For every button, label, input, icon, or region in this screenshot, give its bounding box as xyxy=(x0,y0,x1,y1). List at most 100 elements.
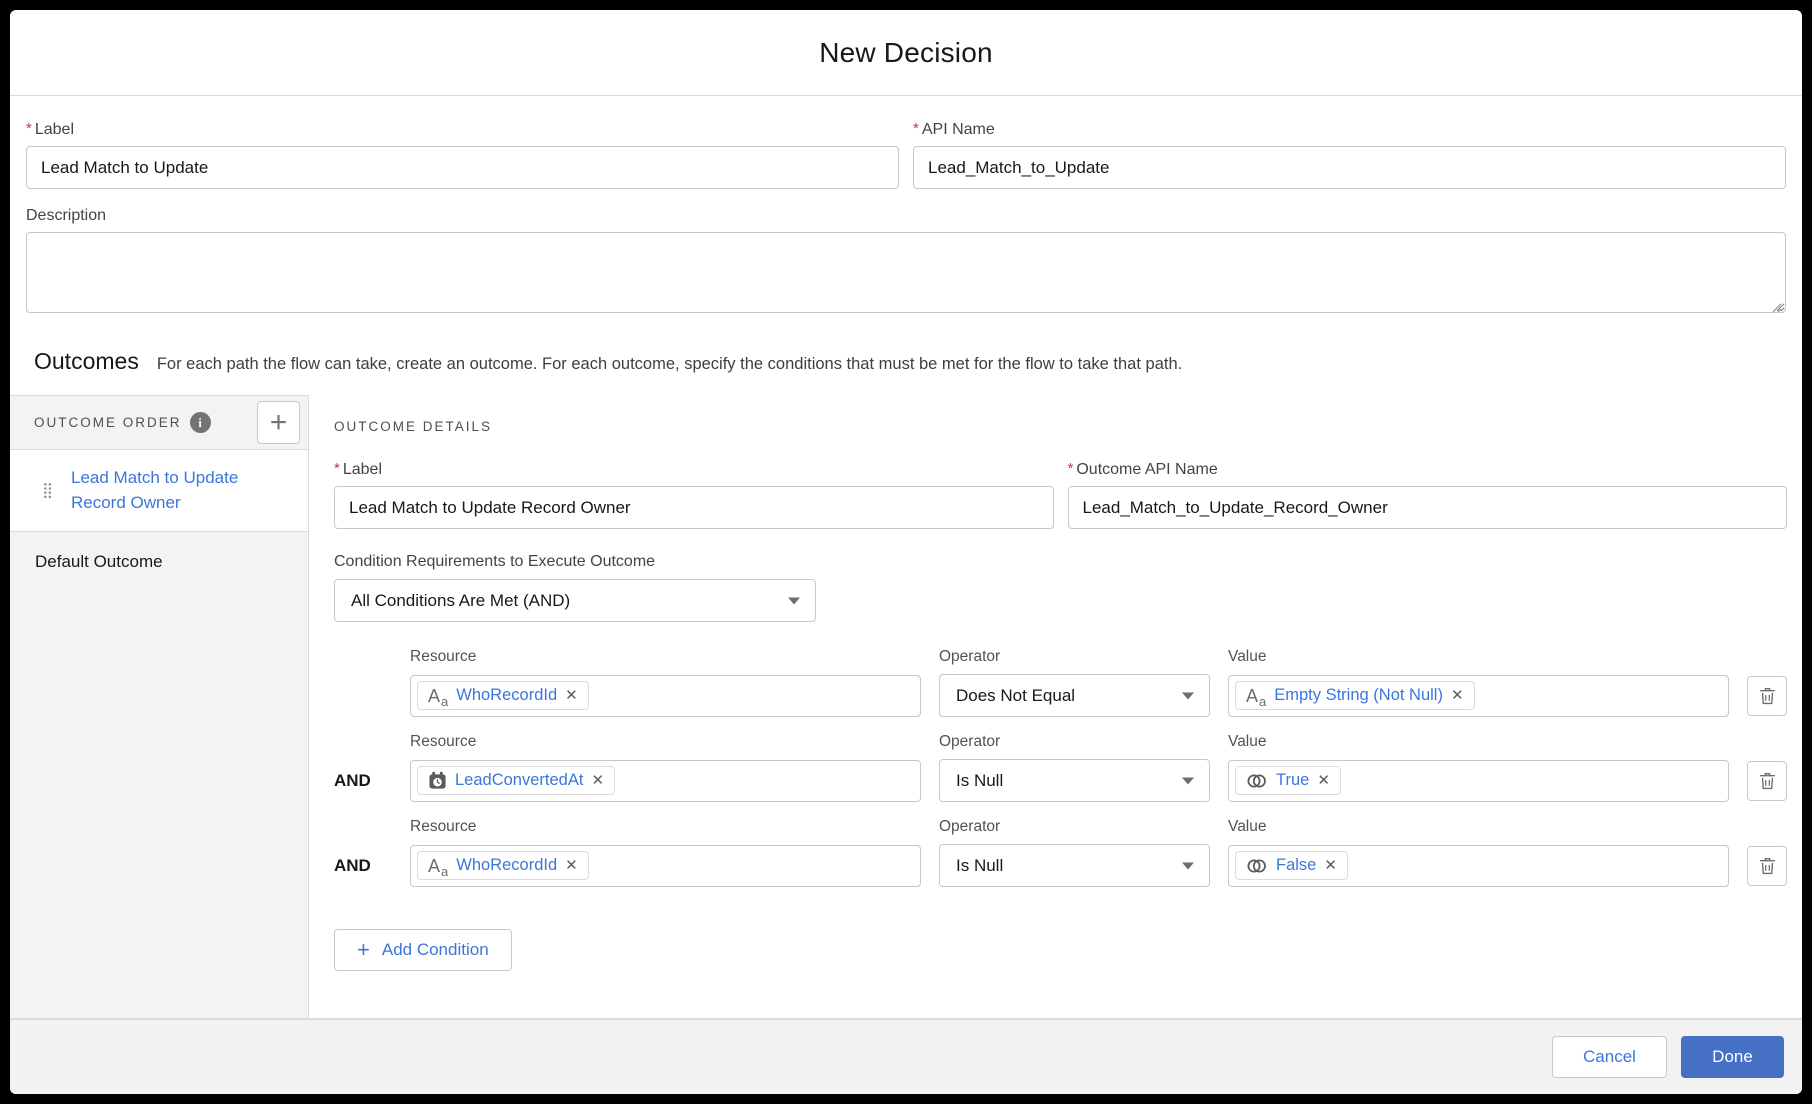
description-field-label: Description xyxy=(26,207,1786,225)
resource-pill: Aa WhoRecordId ✕ xyxy=(417,851,589,880)
description-textarea[interactable] xyxy=(26,232,1786,313)
operator-column-label: Operator xyxy=(939,648,1210,666)
chevron-down-icon xyxy=(1182,692,1194,699)
value-input[interactable]: Aa False ✕ xyxy=(1228,845,1729,887)
resource-input[interactable]: Aa WhoRecordId ✕ xyxy=(410,675,921,717)
value-pill-label[interactable]: True xyxy=(1276,771,1309,790)
value-column-label: Value xyxy=(1228,648,1729,666)
condition-requirements-select[interactable]: All Conditions Are Met (AND) xyxy=(334,579,816,622)
operator-column-label: Operator xyxy=(939,733,1210,751)
resource-input[interactable]: Aa WhoRecordId ✕ xyxy=(410,845,921,887)
value-pill-label[interactable]: False xyxy=(1276,856,1316,875)
cancel-button[interactable]: Cancel xyxy=(1552,1036,1667,1078)
outcome-order-title: OUTCOME ORDER xyxy=(34,415,182,430)
add-outcome-button[interactable]: + xyxy=(257,401,300,444)
resource-column-label: Resource xyxy=(410,818,921,836)
resource-column-label: Resource xyxy=(410,733,921,751)
outcomes-heading: Outcomes xyxy=(34,348,139,375)
api-name-field-label: *API Name xyxy=(913,120,1786,139)
operator-value: Does Not Equal xyxy=(956,686,1075,706)
delete-condition-button[interactable] xyxy=(1747,761,1787,801)
text-type-icon: Aa xyxy=(1246,687,1266,705)
condition-logic-label: AND xyxy=(334,771,392,791)
datetime-type-icon xyxy=(428,771,447,790)
outcome-api-name-field-label: *Outcome API Name xyxy=(1068,460,1788,479)
drag-handle-icon[interactable]: ⣿ xyxy=(42,483,53,498)
text-type-icon: Aa xyxy=(428,857,448,875)
chevron-down-icon xyxy=(788,597,800,604)
remove-pill-icon[interactable]: ✕ xyxy=(591,773,604,788)
operator-column-label: Operator xyxy=(939,818,1210,836)
resource-pill-label[interactable]: LeadConvertedAt xyxy=(455,771,583,790)
info-icon[interactable]: i xyxy=(190,412,211,433)
required-asterisk: * xyxy=(913,120,919,137)
outcome-label-field-label: *Label xyxy=(334,460,1054,479)
boolean-type-icon xyxy=(1246,773,1268,789)
outcome-list-item-selected[interactable]: ⣿ Lead Match to Update Record Owner xyxy=(10,450,308,532)
resource-pill-label[interactable]: WhoRecordId xyxy=(456,686,557,705)
delete-condition-button[interactable] xyxy=(1747,676,1787,716)
resource-pill-label[interactable]: WhoRecordId xyxy=(456,856,557,875)
outcome-order-panel: OUTCOME ORDER i + ⣿ Lead Match to Update… xyxy=(10,395,309,1018)
outcome-details-panel: OUTCOME DETAILS *Label *Outcome API Name… xyxy=(309,395,1802,1018)
remove-pill-icon[interactable]: ✕ xyxy=(1317,773,1330,788)
remove-pill-icon[interactable]: ✕ xyxy=(1324,858,1337,873)
outcome-details-title: OUTCOME DETAILS xyxy=(334,419,1787,434)
trash-icon xyxy=(1759,687,1776,705)
delete-condition-button[interactable] xyxy=(1747,846,1787,886)
condition-requirements-label: Condition Requirements to Execute Outcom… xyxy=(334,553,1787,571)
dialog-title: New Decision xyxy=(819,37,993,69)
resource-pill: Aa WhoRecordId ✕ xyxy=(417,681,589,710)
outcome-label-input[interactable] xyxy=(334,486,1054,529)
condition-row: Resource Operator Value AND Aa WhoRecord xyxy=(334,818,1787,887)
decision-properties-form: *Label *API Name Description xyxy=(10,96,1802,318)
required-asterisk: * xyxy=(1068,460,1074,477)
outcome-api-name-input[interactable] xyxy=(1068,486,1788,529)
outcomes-section-header: Outcomes For each path the flow can take… xyxy=(10,318,1802,395)
new-decision-dialog: New Decision *Label *API Name Descriptio… xyxy=(10,10,1802,1094)
resource-column-label: Resource xyxy=(410,648,921,666)
resource-pill: Aa LeadConvertedAt ✕ xyxy=(417,766,615,795)
add-condition-button[interactable]: + Add Condition xyxy=(334,929,512,971)
operator-select[interactable]: Does Not Equal xyxy=(939,674,1210,717)
required-asterisk: * xyxy=(334,460,340,477)
conditions-list: Resource Operator Value Aa WhoRecordId xyxy=(334,648,1787,887)
value-column-label: Value xyxy=(1228,818,1729,836)
operator-select[interactable]: Is Null xyxy=(939,759,1210,802)
value-input[interactable]: Aa Empty String (Not Null) ✕ xyxy=(1228,675,1729,717)
value-input[interactable]: Aa True ✕ xyxy=(1228,760,1729,802)
boolean-type-icon xyxy=(1246,858,1268,874)
condition-logic-label: AND xyxy=(334,856,392,876)
operator-value: Is Null xyxy=(956,856,1003,876)
label-field-label: *Label xyxy=(26,120,899,139)
operator-select[interactable]: Is Null xyxy=(939,844,1210,887)
value-pill-label[interactable]: Empty String (Not Null) xyxy=(1274,686,1443,705)
outcome-list-item-default[interactable]: Default Outcome xyxy=(10,532,308,592)
text-type-icon: Aa xyxy=(428,687,448,705)
value-pill: Aa True ✕ xyxy=(1235,766,1341,795)
plus-icon: + xyxy=(357,939,370,961)
remove-pill-icon[interactable]: ✕ xyxy=(565,858,578,873)
trash-icon xyxy=(1759,772,1776,790)
condition-requirements-value: All Conditions Are Met (AND) xyxy=(351,591,570,611)
required-asterisk: * xyxy=(26,120,32,137)
trash-icon xyxy=(1759,857,1776,875)
chevron-down-icon xyxy=(1182,862,1194,869)
value-pill: Aa Empty String (Not Null) ✕ xyxy=(1235,681,1475,710)
value-pill: Aa False ✕ xyxy=(1235,851,1348,880)
operator-value: Is Null xyxy=(956,771,1003,791)
resource-input[interactable]: Aa LeadConvertedAt ✕ xyxy=(410,760,921,802)
done-button[interactable]: Done xyxy=(1681,1036,1784,1078)
api-name-input[interactable] xyxy=(913,146,1786,189)
outcomes-description: For each path the flow can take, create … xyxy=(157,355,1182,374)
outcome-item-label[interactable]: Lead Match to Update Record Owner xyxy=(71,466,271,515)
condition-row: Resource Operator Value AND Aa LeadConve xyxy=(334,733,1787,802)
remove-pill-icon[interactable]: ✕ xyxy=(565,688,578,703)
dialog-footer: Cancel Done xyxy=(10,1018,1802,1094)
value-column-label: Value xyxy=(1228,733,1729,751)
dialog-header: New Decision xyxy=(10,10,1802,96)
remove-pill-icon[interactable]: ✕ xyxy=(1451,688,1464,703)
condition-row: Resource Operator Value Aa WhoRecordId xyxy=(334,648,1787,717)
label-input[interactable] xyxy=(26,146,899,189)
chevron-down-icon xyxy=(1182,777,1194,784)
